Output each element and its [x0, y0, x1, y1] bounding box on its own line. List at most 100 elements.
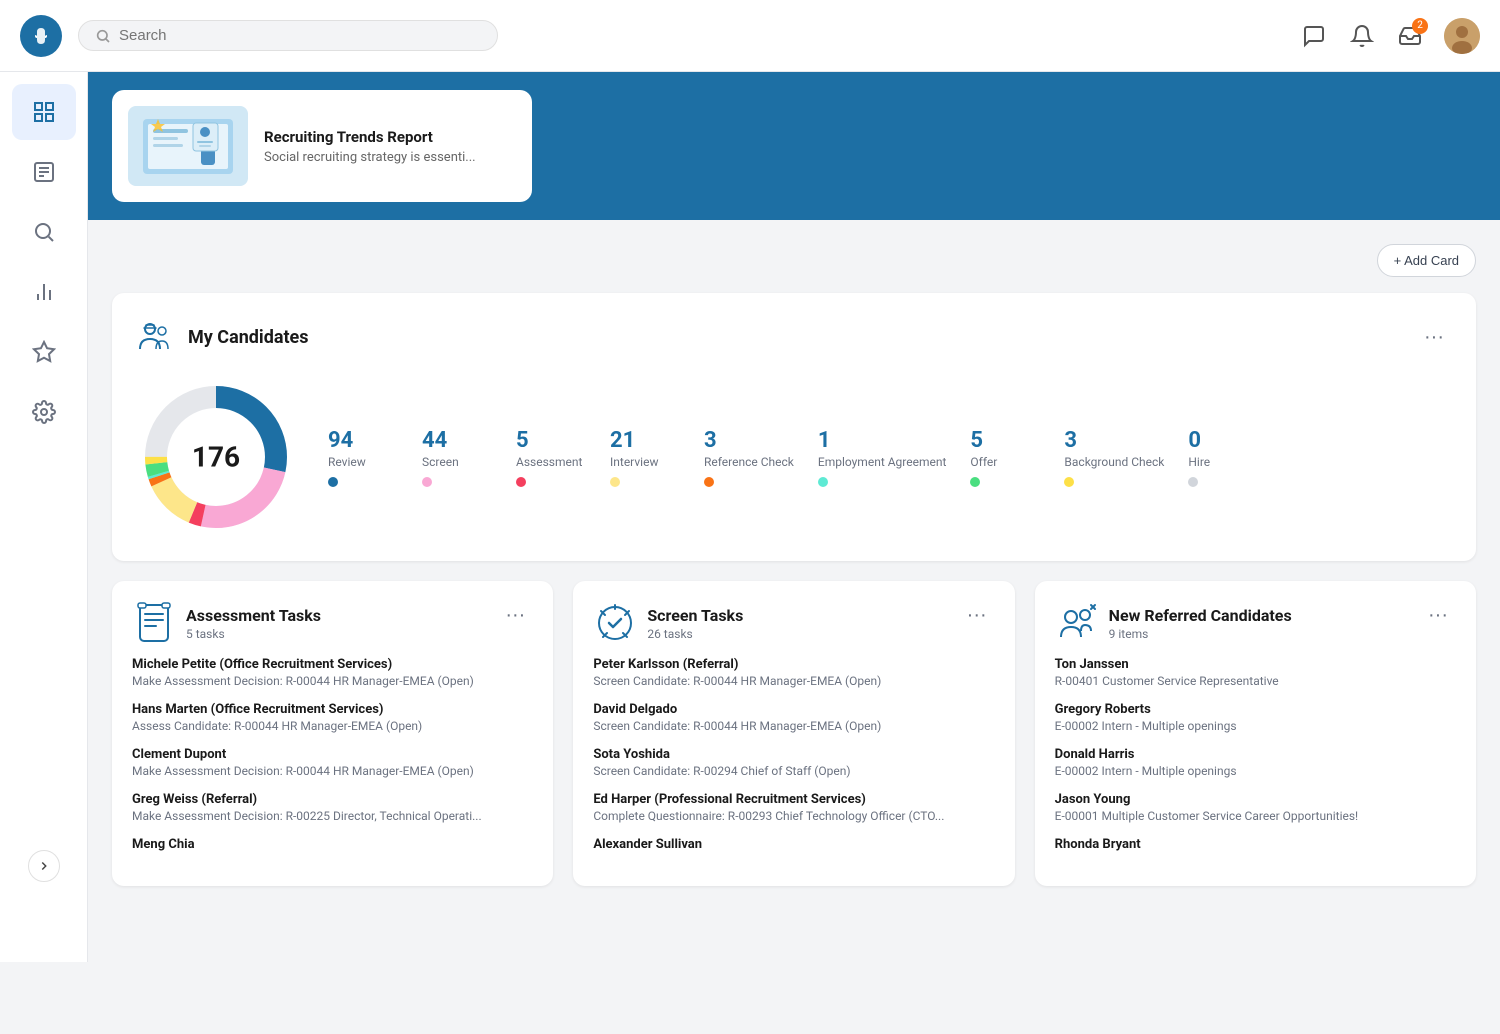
stat-dot: [328, 477, 338, 487]
assessment-more-button[interactable]: ···: [497, 601, 533, 629]
candidates-body: 176 94 Review 44 Screen 5 Assessment 21 …: [136, 377, 1452, 537]
task-item[interactable]: Peter Karlsson (Referral) Screen Candida…: [593, 657, 994, 688]
candidates-icon: [136, 317, 176, 357]
task-item[interactable]: Greg Weiss (Referral) Make Assessment De…: [132, 792, 533, 823]
bottom-cards-grid: Assessment Tasks 5 tasks ··· Michele Pet…: [112, 581, 1476, 886]
my-candidates-card: My Candidates ···: [112, 293, 1476, 561]
sidebar-expand-button[interactable]: [28, 850, 60, 882]
task-name: Jason Young: [1055, 792, 1456, 807]
referred-icon: [1055, 601, 1099, 645]
screen-items-list: Peter Karlsson (Referral) Screen Candida…: [593, 657, 994, 852]
task-item[interactable]: Jason Young E-00001 Multiple Customer Se…: [1055, 792, 1456, 823]
task-item[interactable]: Meng Chia: [132, 837, 533, 852]
assessment-title-row: Assessment Tasks 5 tasks: [132, 601, 321, 645]
banner-text: Recruiting Trends Report Social recruiti…: [264, 128, 476, 165]
search-box[interactable]: [78, 20, 498, 51]
card-title-row: My Candidates: [136, 317, 309, 357]
stat-label: Background Check: [1064, 455, 1164, 469]
task-desc: E-00002 Intern - Multiple openings: [1055, 719, 1456, 733]
task-desc: Assess Candidate: R-00044 HR Manager-EME…: [132, 719, 533, 733]
avatar[interactable]: [1444, 18, 1480, 54]
stats-grid: 94 Review 44 Screen 5 Assessment 21 Inte…: [328, 428, 1452, 487]
banner-card[interactable]: Recruiting Trends Report Social recruiti…: [112, 90, 532, 202]
stat-dot: [1064, 477, 1074, 487]
assessment-icon: [132, 601, 176, 645]
task-desc: Complete Questionnaire: R-00293 Chief Te…: [593, 809, 994, 823]
task-item[interactable]: Hans Marten (Office Recruitment Services…: [132, 702, 533, 733]
stat-number: 44: [422, 428, 447, 453]
assessment-title-text: Assessment Tasks 5 tasks: [186, 606, 321, 641]
task-item[interactable]: Ed Harper (Professional Recruitment Serv…: [593, 792, 994, 823]
stat-label: Interview: [610, 455, 658, 469]
stat-item-assessment[interactable]: 5 Assessment: [516, 428, 586, 487]
screen-more-button[interactable]: ···: [959, 601, 995, 629]
task-desc: Make Assessment Decision: R-00044 HR Man…: [132, 674, 533, 688]
referred-title-text: New Referred Candidates 9 items: [1109, 606, 1292, 641]
screen-icon: [593, 601, 637, 645]
task-item[interactable]: Sota Yoshida Screen Candidate: R-00294 C…: [593, 747, 994, 778]
task-item[interactable]: Gregory Roberts E-00002 Intern - Multipl…: [1055, 702, 1456, 733]
add-card-row: + Add Card: [112, 244, 1476, 277]
stat-dot: [516, 477, 526, 487]
stat-number: 5: [970, 428, 983, 453]
bell-icon[interactable]: [1348, 22, 1376, 50]
task-desc: Make Assessment Decision: R-00225 Direct…: [132, 809, 533, 823]
new-referred-title: New Referred Candidates: [1109, 606, 1292, 625]
sidebar-item-settings[interactable]: [12, 384, 76, 440]
stat-item-employment-agreement[interactable]: 1 Employment Agreement: [818, 428, 947, 487]
referred-more-button[interactable]: ···: [1420, 601, 1456, 629]
sidebar-item-analytics[interactable]: [12, 264, 76, 320]
stat-dot: [818, 477, 828, 487]
task-item[interactable]: Donald Harris E-00002 Intern - Multiple …: [1055, 747, 1456, 778]
new-referred-header: New Referred Candidates 9 items ···: [1055, 601, 1456, 645]
banner-subtitle: Social recruiting strategy is essenti...: [264, 150, 476, 165]
banner-title: Recruiting Trends Report: [264, 128, 476, 146]
my-candidates-more-button[interactable]: ···: [1416, 323, 1452, 351]
logo[interactable]: [20, 15, 62, 57]
stat-item-reference-check[interactable]: 3 Reference Check: [704, 428, 794, 487]
chat-icon[interactable]: [1300, 22, 1328, 50]
task-item[interactable]: Ton Janssen R-00401 Customer Service Rep…: [1055, 657, 1456, 688]
stat-item-interview[interactable]: 21 Interview: [610, 428, 680, 487]
task-item[interactable]: Michele Petite (Office Recruitment Servi…: [132, 657, 533, 688]
stat-item-review[interactable]: 94 Review: [328, 428, 398, 487]
assessment-tasks-count: 5 tasks: [186, 627, 321, 641]
task-item[interactable]: Clement Dupont Make Assessment Decision:…: [132, 747, 533, 778]
stat-dot: [610, 477, 620, 487]
task-name: Hans Marten (Office Recruitment Services…: [132, 702, 533, 717]
sidebar-item-favorites[interactable]: [12, 324, 76, 380]
task-item[interactable]: Alexander Sullivan: [593, 837, 994, 852]
inbox-badge: 2: [1412, 18, 1428, 34]
sidebar-item-dashboard[interactable]: [12, 84, 76, 140]
sidebar-item-search[interactable]: [12, 204, 76, 260]
screen-tasks-count: 26 tasks: [647, 627, 743, 641]
stat-number: 3: [704, 428, 717, 453]
task-item[interactable]: Rhonda Bryant: [1055, 837, 1456, 852]
inbox-icon[interactable]: 2: [1396, 22, 1424, 50]
assessment-tasks-header: Assessment Tasks 5 tasks ···: [132, 601, 533, 645]
task-desc: Make Assessment Decision: R-00044 HR Man…: [132, 764, 533, 778]
stat-label: Assessment: [516, 455, 582, 469]
assessment-items-list: Michele Petite (Office Recruitment Servi…: [132, 657, 533, 852]
task-desc: E-00001 Multiple Customer Service Career…: [1055, 809, 1456, 823]
stat-number: 0: [1188, 428, 1201, 453]
task-name: Donald Harris: [1055, 747, 1456, 762]
top-nav: 2: [0, 0, 1500, 72]
stat-item-offer[interactable]: 5 Offer: [970, 428, 1040, 487]
sidebar-item-reports[interactable]: [12, 144, 76, 200]
task-name: Gregory Roberts: [1055, 702, 1456, 717]
sidebar: [0, 72, 88, 962]
my-candidates-title: My Candidates: [188, 327, 309, 348]
stat-item-hire[interactable]: 0 Hire: [1188, 428, 1258, 487]
task-item[interactable]: David Delgado Screen Candidate: R-00044 …: [593, 702, 994, 733]
search-input[interactable]: [119, 27, 481, 44]
add-card-button[interactable]: + Add Card: [1377, 244, 1476, 277]
stat-label: Hire: [1188, 455, 1210, 469]
stat-item-background-check[interactable]: 3 Background Check: [1064, 428, 1164, 487]
screen-tasks-title: Screen Tasks: [647, 606, 743, 625]
task-name: Rhonda Bryant: [1055, 837, 1456, 852]
task-name: Clement Dupont: [132, 747, 533, 762]
stat-number: 94: [328, 428, 353, 453]
stat-item-screen[interactable]: 44 Screen: [422, 428, 492, 487]
new-referred-count: 9 items: [1109, 627, 1292, 641]
